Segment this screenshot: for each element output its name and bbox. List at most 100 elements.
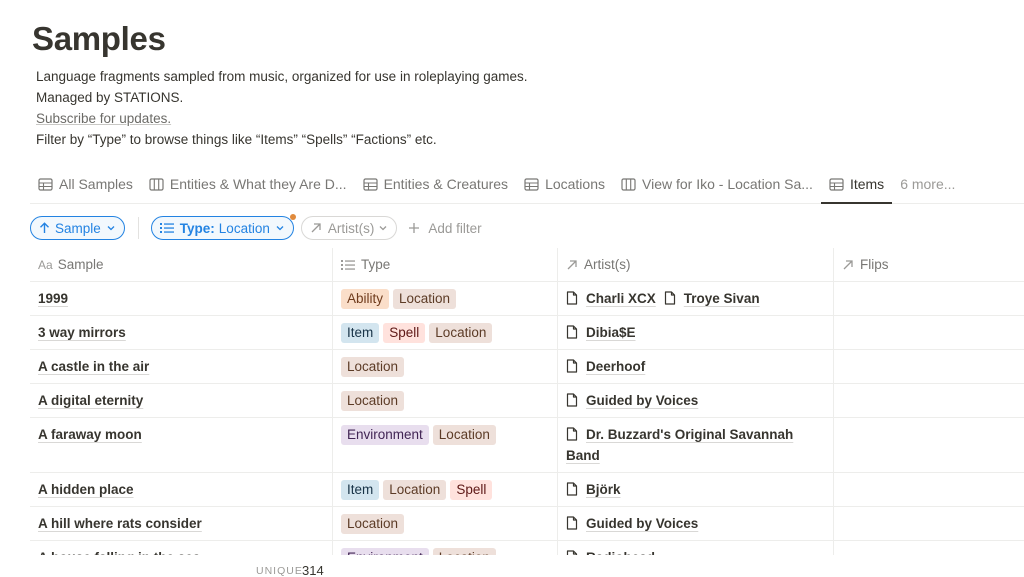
tab-label: All Samples <box>59 176 133 192</box>
table-row[interactable]: A hidden place Item Location Spell Björk <box>30 473 1024 507</box>
samples-table: Aa Sample Type Artist(s) Flips 1999 Abili… <box>30 248 1024 575</box>
calculation-value: 314 <box>302 563 324 577</box>
table-row[interactable]: A castle in the air Location Deerhoof <box>30 350 1024 384</box>
page-icon <box>566 393 578 407</box>
tab-label: Locations <box>545 176 605 192</box>
sample-name[interactable]: A castle in the air <box>38 359 149 374</box>
arrow-up-icon <box>40 222 49 233</box>
type-cell[interactable]: Location <box>333 507 558 540</box>
artist-link[interactable]: Troye Sivan <box>664 291 760 306</box>
relation-arrow-icon <box>843 259 853 269</box>
type-cell[interactable]: Item Location Spell <box>333 473 558 506</box>
relation-arrow-icon <box>311 223 321 233</box>
sample-name[interactable]: A hidden place <box>38 482 134 497</box>
sort-chip[interactable]: Sample <box>30 216 125 240</box>
table-row[interactable]: A hill where rats consider Location Guided… <box>30 507 1024 541</box>
flips-cell[interactable] <box>834 507 1024 540</box>
table-row[interactable]: 3 way mirrors Item Spell Location Dibia$E <box>30 316 1024 350</box>
tab-all-samples[interactable]: All Samples <box>30 168 141 200</box>
type-tag: Item <box>341 480 380 500</box>
table-row[interactable]: 1999 Ability Location Charli XCX Troye Sivan <box>30 282 1024 316</box>
artist-link[interactable]: Guided by Voices <box>566 516 698 531</box>
artist-name: Troye Sivan <box>683 291 760 306</box>
tab-locations[interactable]: Locations <box>516 168 613 200</box>
title-property-icon: Aa <box>38 257 53 272</box>
artist-cell: Guided by Voices <box>558 384 834 417</box>
sample-cell: A faraway moon <box>30 418 333 472</box>
artist-link[interactable]: Charli XCX <box>566 291 656 306</box>
artist-cell: Deerhoof <box>558 350 834 383</box>
type-cell[interactable]: Location <box>333 384 558 417</box>
artist-link[interactable]: Guided by Voices <box>566 393 698 408</box>
column-header-label: Artist(s) <box>584 257 631 272</box>
page-icon <box>566 291 578 305</box>
type-tag: Location <box>393 289 457 309</box>
sample-name[interactable]: A digital eternity <box>38 393 143 408</box>
sample-name[interactable]: A faraway moon <box>38 427 142 442</box>
artist-name: Guided by Voices <box>586 516 699 531</box>
tab-items[interactable]: Items <box>820 168 893 204</box>
artist-link[interactable]: Deerhoof <box>566 359 645 374</box>
sample-name[interactable]: 1999 <box>38 291 68 306</box>
page-description: Language fragments sampled from music, o… <box>36 66 528 150</box>
type-cell[interactable]: Item Spell Location <box>333 316 558 349</box>
type-tag: Environment <box>341 425 429 445</box>
table-icon <box>362 177 378 191</box>
sample-cell: A hill where rats consider <box>30 507 333 540</box>
subscribe-link[interactable]: Subscribe for updates. <box>36 108 528 129</box>
artist-link[interactable]: Dr. Buzzard's Original Savannah Band <box>566 427 793 463</box>
chevron-down-icon <box>276 226 284 231</box>
flips-cell[interactable] <box>834 473 1024 506</box>
table-row[interactable]: A faraway moon Environment Location Dr. Buz… <box>30 418 1024 473</box>
artist-cell: Charli XCX Troye Sivan <box>558 282 834 315</box>
page-icon <box>566 427 578 441</box>
type-tag: Location <box>383 480 447 500</box>
sample-name[interactable]: 3 way mirrors <box>38 325 126 340</box>
add-filter-button[interactable]: Add filter <box>404 216 489 240</box>
type-filter-chip[interactable]: Type: Location <box>150 214 296 240</box>
type-cell[interactable]: Location <box>333 350 558 383</box>
tab-view-for-iko-location-sa[interactable]: View for Iko - Location Sa... <box>613 168 821 200</box>
column-header-label: Type <box>361 257 391 272</box>
column-header-sample[interactable]: Aa Sample <box>30 248 333 281</box>
page-icon <box>566 516 578 530</box>
relation-arrow-icon <box>567 259 577 269</box>
column-header-artists[interactable]: Artist(s) <box>558 248 834 281</box>
flips-cell[interactable] <box>834 282 1024 315</box>
flips-cell[interactable] <box>834 418 1024 472</box>
artist-filter-chip[interactable]: Artist(s) <box>300 216 398 240</box>
flips-cell[interactable] <box>834 350 1024 383</box>
type-tag: Spell <box>383 323 426 343</box>
plus-icon <box>409 223 420 233</box>
column-header-flips[interactable]: Flips <box>834 248 1024 281</box>
view-tabs: All Samples Entities & What they Are D...… <box>30 168 1024 204</box>
artist-cell: Björk <box>558 473 834 506</box>
more-views-button[interactable]: 6 more... <box>892 168 963 200</box>
artist-link[interactable]: Dibia$E <box>566 325 636 340</box>
type-tag: Location <box>429 323 493 343</box>
filter-bar: Sample Type: Location Artist(s) Add filt… <box>30 214 497 240</box>
type-filter-value: Location <box>218 220 270 236</box>
tab-entities-creatures[interactable]: Entities & Creatures <box>355 168 517 200</box>
tab-label: Items <box>849 176 885 192</box>
type-cell[interactable]: Ability Location <box>333 282 558 315</box>
artist-cell: Dr. Buzzard's Original Savannah Band <box>558 418 834 472</box>
page-icon <box>566 359 578 373</box>
list-icon <box>341 259 355 270</box>
sort-chip-label: Sample <box>55 220 101 236</box>
type-filter-label: Type: <box>179 220 215 236</box>
flips-cell[interactable] <box>834 316 1024 349</box>
chevron-down-icon <box>379 226 387 231</box>
calculation-label: UNIQUE <box>256 565 303 577</box>
sample-name[interactable]: A hill where rats consider <box>38 516 202 531</box>
tab-label: View for Iko - Location Sa... <box>642 176 813 192</box>
table-row[interactable]: A digital eternity Location Guided by Voic… <box>30 384 1024 418</box>
flips-cell[interactable] <box>834 384 1024 417</box>
artist-link[interactable]: Björk <box>566 482 621 497</box>
sample-cell: A castle in the air <box>30 350 333 383</box>
tab-entities-what-they-are-d[interactable]: Entities & What they Are D... <box>141 168 355 200</box>
description-line: Managed by STATIONS. <box>36 90 184 105</box>
column-header-type[interactable]: Type <box>333 248 558 281</box>
type-cell[interactable]: EnvironmentLocation <box>333 418 558 472</box>
artist-name: Dr. Buzzard's Original Savannah Band <box>566 427 794 463</box>
